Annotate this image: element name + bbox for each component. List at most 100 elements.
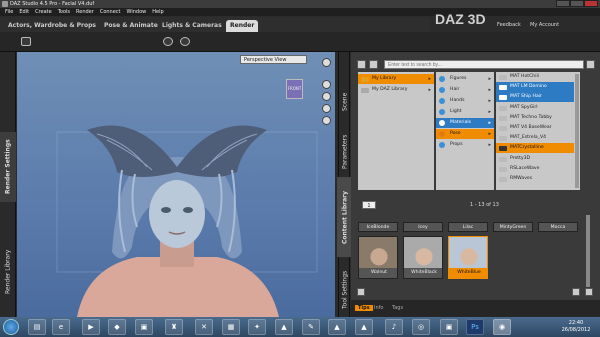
menu-tools[interactable]: Tools [58, 9, 70, 15]
thumb-mocca[interactable]: Mocca [538, 222, 578, 232]
maximize-button[interactable] [570, 0, 584, 7]
thumb-whiteblack[interactable]: WhiteBlack [403, 236, 443, 279]
back-button[interactable] [357, 60, 366, 69]
menu-edit[interactable]: Edit [19, 9, 29, 15]
menu-help[interactable]: Help [152, 9, 163, 15]
start-button[interactable] [3, 319, 19, 335]
menu-window[interactable]: Window [127, 9, 147, 15]
tab-tags[interactable]: Tags [392, 305, 403, 311]
app-icon-4[interactable]: ✕ [195, 319, 213, 335]
menu-bar: File Edit Create Tools Render Connect Wi… [0, 8, 600, 16]
list-item-hair[interactable]: Hair ▸ [436, 85, 494, 95]
page-number[interactable]: 1 [362, 201, 376, 209]
menu-render[interactable]: Render [76, 9, 94, 15]
info-tabs [351, 300, 600, 317]
list-item-mat-spygirl[interactable]: MAT SpyGirl [496, 103, 574, 113]
app-icon-5[interactable]: ▦ [222, 319, 240, 335]
app-icon-7[interactable]: ▲ [275, 319, 293, 335]
list-item-mat-techno-tabby[interactable]: MAT Techno Tabby [496, 113, 574, 123]
tab-pose-animate[interactable]: Pose & Animate [100, 20, 162, 32]
app-icon-12[interactable]: ◎ [412, 319, 430, 335]
my-account-link[interactable]: My Account [530, 22, 559, 28]
list-item-rmwaves[interactable]: RMWaves [496, 174, 574, 184]
tab-actors-wardrobe-props[interactable]: Actors, Wardrobe & Props [4, 20, 100, 32]
explorer-icon[interactable]: ▤ [28, 319, 46, 335]
app-icon-13[interactable]: ▣ [440, 319, 458, 335]
minimize-button[interactable] [556, 0, 570, 7]
app-icon-9[interactable]: ▲ [328, 319, 346, 335]
menu-create[interactable]: Create [35, 9, 52, 15]
list-item-figures[interactable]: Figures ▸ [436, 74, 494, 84]
app-icon-10[interactable]: ▲ [355, 319, 373, 335]
list-item-my-library[interactable]: My Library ▸ [358, 74, 434, 84]
render-icon[interactable] [180, 37, 190, 46]
thumb-walnut[interactable]: Walnut [358, 236, 398, 279]
library-column-3: MAT HotChili MAT LM Domino MAT Ship Hair… [496, 72, 580, 190]
add-button[interactable] [572, 288, 580, 296]
thumb-whiteblue[interactable]: WhiteBlue [448, 236, 488, 279]
list-item-my-daz-library[interactable]: My DAZ Library ▸ [358, 85, 434, 95]
view-mode-button[interactable] [357, 288, 365, 296]
thumb-lilac[interactable]: Lilac [448, 222, 488, 232]
app-icon-11[interactable]: ♪ [385, 319, 403, 335]
tab-render[interactable]: Render [226, 20, 259, 32]
list-item-light[interactable]: Light ▸ [436, 107, 494, 117]
library-column-2: Figures ▸ Hair ▸ Hands ▸ Light ▸ Materials ▸ … [436, 72, 494, 190]
tab-render-settings[interactable]: Render Settings [0, 132, 16, 202]
app-icon-3[interactable]: ♜ [165, 319, 183, 335]
app-icon-2[interactable]: ▣ [135, 319, 153, 335]
list-item-mat-hotchili[interactable]: MAT HotChili [496, 72, 574, 82]
orbit-icon[interactable] [322, 80, 331, 89]
photoshop-icon[interactable]: Ps [466, 319, 484, 335]
view-select[interactable]: Perspective View [240, 55, 307, 64]
list-item-mat-ship-hair[interactable]: MAT Ship Hair [496, 92, 574, 102]
remove-button[interactable] [585, 288, 593, 296]
clock[interactable]: 22:40 26/08/2012 [555, 320, 597, 334]
zoom-icon[interactable] [322, 104, 331, 113]
list-item-props[interactable]: Props ▸ [436, 140, 494, 150]
right-side-tabs: Scene Parameters Content Library Tool Se… [337, 52, 353, 317]
tab-render-library[interactable]: Render Library [0, 237, 16, 307]
list-item-materials[interactable]: Materials ▸ [436, 118, 494, 128]
app-icon-8[interactable]: ✎ [302, 319, 320, 335]
view-cube[interactable]: FRONT [286, 79, 303, 99]
result-count: 1 - 13 of 13 [470, 202, 499, 208]
reset-view-icon[interactable] [322, 116, 331, 125]
render-settings-icon[interactable] [163, 37, 173, 46]
internet-explorer-icon[interactable]: e [52, 319, 70, 335]
app-icon-6[interactable]: ✦ [248, 319, 266, 335]
daz-studio-task-icon[interactable]: ◉ [493, 319, 511, 335]
window-title: DAZ Studio 4.5 Pro - Facial V4.duf [10, 1, 95, 7]
list-item-rslacewave[interactable]: RSLaceWave [496, 164, 574, 174]
pan-icon[interactable] [322, 92, 331, 101]
menu-file[interactable]: File [5, 9, 13, 15]
list-item-pose[interactable]: Pose ▸ [436, 129, 494, 139]
thumb-iceblonde[interactable]: IceBlonde [358, 222, 398, 232]
tab-lights-cameras[interactable]: Lights & Cameras [158, 20, 226, 32]
daz3d-logo: DAZ 3D [435, 11, 486, 27]
thumbnail-scrollbar[interactable] [586, 215, 590, 287]
media-player-icon[interactable]: ▶ [82, 319, 100, 335]
viewport-options-icon[interactable] [322, 58, 331, 67]
app-icon-1[interactable]: ◆ [108, 319, 126, 335]
tab-info[interactable]: Info [374, 305, 383, 311]
render-toolbar [0, 32, 600, 52]
list-item-mat-estrela-v4[interactable]: MAT_Estrela_V4 [496, 133, 574, 143]
library-menu-icon[interactable] [586, 60, 595, 69]
tab-tips[interactable]: Tips [355, 305, 373, 311]
thumb-mintygreen[interactable]: MintyGreen [493, 222, 533, 232]
list-item-matcrystalline[interactable]: MATCrystalline [496, 143, 574, 153]
list-item-mat-lm-domino[interactable]: MAT LM Domino [496, 82, 574, 92]
close-button[interactable] [584, 0, 598, 7]
search-input[interactable] [384, 60, 584, 69]
title-bar: DAZ Studio 4.5 Pro - Facial V4.duf [0, 0, 600, 8]
list-item-mat-v4-basewear[interactable]: MAT V4 BaseWear [496, 123, 574, 133]
thumb-icey[interactable]: Icey [403, 222, 443, 232]
list-item-hands[interactable]: Hands ▸ [436, 96, 494, 106]
scrollbar[interactable] [575, 74, 579, 188]
camera-icon[interactable] [21, 37, 31, 46]
feedback-link[interactable]: Feedback [497, 22, 521, 28]
menu-connect[interactable]: Connect [100, 9, 121, 15]
forward-button[interactable] [369, 60, 378, 69]
list-item-pretty3d[interactable]: Pretty3D [496, 154, 574, 164]
